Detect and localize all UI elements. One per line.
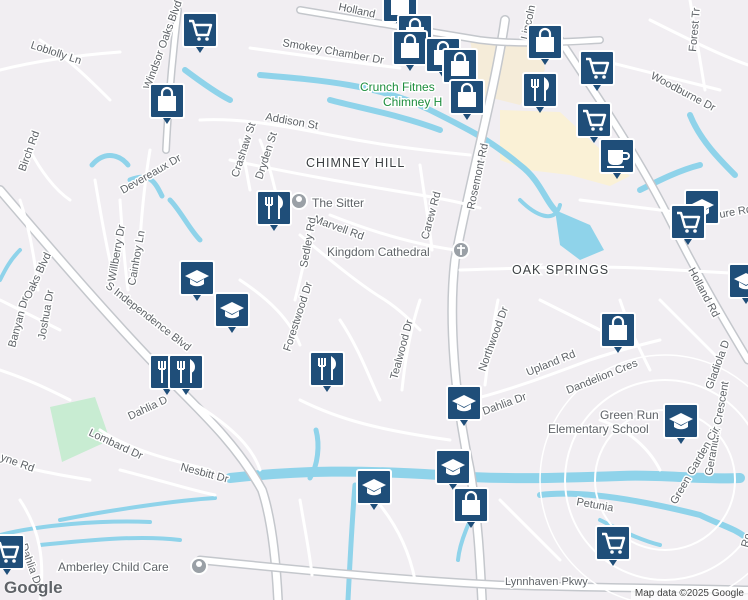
google-logo: Google xyxy=(4,578,63,597)
pin-amberley[interactable] xyxy=(190,557,208,575)
poi-label-green-run-1[interactable]: Green Run xyxy=(599,407,661,424)
map-attribution[interactable]: Map data ©2025 Google xyxy=(630,587,748,600)
shopping-bag-icon[interactable] xyxy=(599,311,637,355)
school-icon[interactable] xyxy=(446,385,482,427)
restaurant-icon[interactable] xyxy=(522,72,558,114)
poi-label-green-run-2[interactable]: Elementary School xyxy=(547,421,651,438)
shopping-cart-icon[interactable] xyxy=(594,524,632,568)
poi-label-kingdom[interactable]: Kingdom Cathedral xyxy=(326,244,432,261)
school-icon[interactable] xyxy=(728,263,748,305)
shopping-bag-icon[interactable] xyxy=(148,82,186,126)
school-icon[interactable] xyxy=(663,403,699,445)
pin-kingdom-cathedral[interactable] xyxy=(452,241,470,259)
street-label-lynnhaven: Lynnhaven Pkwy xyxy=(505,576,588,588)
school-icon[interactable] xyxy=(356,469,392,511)
school-icon[interactable] xyxy=(435,449,471,491)
shopping-cart-icon[interactable] xyxy=(181,11,219,55)
coffee-icon[interactable] xyxy=(599,138,635,180)
area-label-chimney-hill: CHIMNEY HILL xyxy=(306,156,405,170)
poi-label-amberley[interactable]: Amberley Child Care xyxy=(57,559,171,576)
poi-label-crunch[interactable]: Crunch Fitnes xyxy=(359,79,437,96)
restaurant-icon[interactable] xyxy=(256,190,292,232)
school-icon[interactable] xyxy=(179,260,215,302)
map-canvas[interactable]: Holland Loblolly Ln Smokey Chamber Dr Wi… xyxy=(0,0,748,600)
shopping-bag-icon[interactable] xyxy=(391,29,429,73)
restaurant-icon[interactable] xyxy=(168,354,204,396)
shopping-bag-icon[interactable] xyxy=(526,23,564,67)
shopping-bag-icon[interactable] xyxy=(448,78,486,122)
restaurant-icon[interactable] xyxy=(309,351,345,393)
shopping-bag-icon[interactable] xyxy=(452,486,490,530)
shopping-cart-icon[interactable] xyxy=(578,49,616,93)
shopping-cart-icon[interactable] xyxy=(575,101,613,145)
poi-label-chimney-h[interactable]: Chimney H xyxy=(382,94,444,111)
shopping-cart-icon[interactable] xyxy=(0,533,26,577)
school-icon[interactable] xyxy=(214,292,250,334)
shopping-cart-icon[interactable] xyxy=(669,203,707,247)
poi-label-sitter[interactable]: The Sitter xyxy=(311,195,366,212)
area-label-oak-springs: OAK SPRINGS xyxy=(512,263,609,277)
pin-the-sitter[interactable] xyxy=(290,192,308,210)
